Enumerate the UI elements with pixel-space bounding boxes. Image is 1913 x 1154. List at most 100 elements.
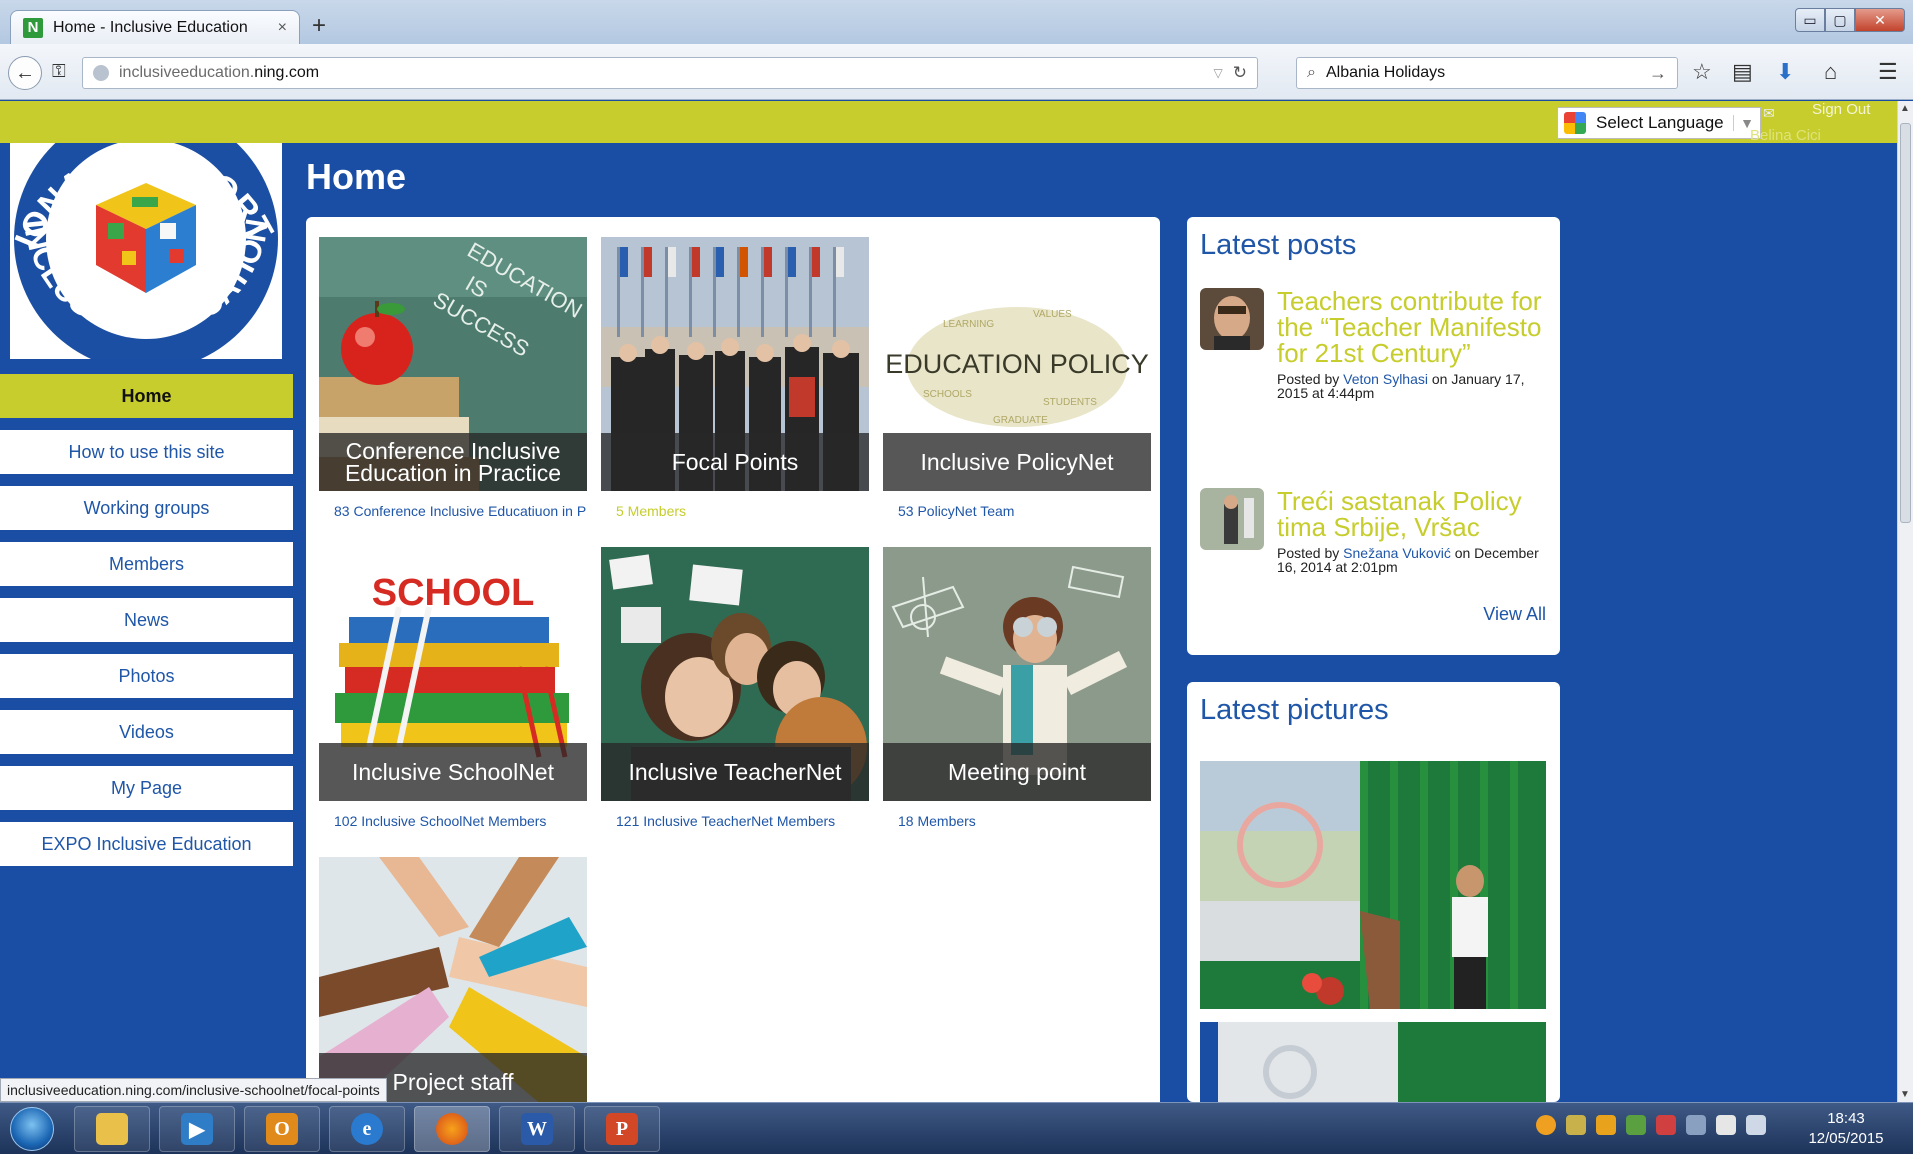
- taskbar-outlook[interactable]: O: [244, 1106, 320, 1152]
- firefox-icon: [436, 1113, 468, 1145]
- nav-item-home[interactable]: Home: [0, 374, 293, 418]
- reload-icon[interactable]: ↻: [1233, 63, 1247, 83]
- group-member-count[interactable]: 53 PolicyNet Team: [898, 503, 1151, 519]
- close-window-button[interactable]: ✕: [1855, 8, 1905, 32]
- taskbar-word[interactable]: W: [499, 1106, 575, 1152]
- tray-app-icon[interactable]: [1596, 1115, 1616, 1135]
- group-thumbnail[interactable]: Meeting point: [883, 547, 1151, 801]
- group-member-count[interactable]: 102 Inclusive SchoolNet Members: [334, 813, 587, 829]
- tray-plus-icon[interactable]: [1626, 1115, 1646, 1135]
- system-tray: [1536, 1115, 1766, 1135]
- group-card[interactable]: Inclusive TeacherNet 121 Inclusive Teach…: [601, 547, 869, 829]
- group-card[interactable]: Focal Points 5 Members: [601, 237, 869, 519]
- taskbar-explorer[interactable]: [74, 1106, 150, 1152]
- taskbar-clock[interactable]: 18:43 12/05/2015: [1796, 1109, 1896, 1149]
- search-input[interactable]: Albania Holidays: [1326, 64, 1649, 82]
- browser-status-bar: inclusiveeducation.ning.com/inclusive-sc…: [0, 1078, 387, 1102]
- search-icon: ⌕: [1307, 64, 1316, 81]
- mail-icon[interactable]: ✉: [1763, 105, 1775, 122]
- page-scrollbar[interactable]: ▲ ▼: [1897, 101, 1913, 1102]
- sign-out-link[interactable]: Sign Out: [1812, 101, 1870, 118]
- tray-network-icon[interactable]: [1566, 1115, 1586, 1135]
- latest-posts-panel: Latest posts Teachers contribute for the…: [1187, 217, 1560, 655]
- tray-speaker-icon[interactable]: [1656, 1115, 1676, 1135]
- search-go-icon[interactable]: →: [1649, 63, 1667, 84]
- tray-flag-icon[interactable]: [1716, 1115, 1736, 1135]
- post-title-link[interactable]: Treći sastanak Policy tima Srbije, Vršac: [1277, 488, 1547, 540]
- nav-item-videos[interactable]: Videos: [0, 710, 293, 754]
- menu-icon[interactable]: ☰: [1878, 59, 1898, 85]
- new-tab-button[interactable]: +: [312, 14, 326, 38]
- maximize-button[interactable]: ▢: [1825, 8, 1855, 32]
- group-member-count[interactable]: 18 Members: [898, 813, 1151, 829]
- home-icon[interactable]: ⌂: [1824, 59, 1837, 85]
- group-thumbnail[interactable]: Inclusive TeacherNet: [601, 547, 869, 801]
- group-thumbnail[interactable]: Project staff: [319, 857, 587, 1111]
- group-thumbnail[interactable]: LEARNING VALUES SCHOOLS STUDENTS GRADUATE …: [883, 237, 1151, 491]
- group-thumbnail[interactable]: SCHOOL Inclusive SchoolNet: [319, 547, 587, 801]
- internet-explorer-icon: e: [351, 1113, 383, 1145]
- nav-item-working-groups[interactable]: Working groups: [0, 486, 293, 530]
- picture-thumbnail[interactable]: [1200, 761, 1546, 1009]
- tab-close-icon[interactable]: ×: [278, 19, 287, 37]
- window-controls: ▭ ▢ ✕: [1795, 8, 1905, 32]
- bookmarks-list-icon[interactable]: ▤: [1732, 59, 1753, 85]
- taskbar-media[interactable]: ▶: [159, 1106, 235, 1152]
- group-thumbnail[interactable]: Focal Points: [601, 237, 869, 491]
- nav-item-photos[interactable]: Photos: [0, 654, 293, 698]
- nav-item-how-to-use[interactable]: How to use this site: [0, 430, 293, 474]
- folder-icon: [96, 1113, 128, 1145]
- back-button[interactable]: ←: [8, 56, 42, 90]
- url-bar[interactable]: inclusiveeducation.ning.com ▽ ↻: [82, 57, 1258, 89]
- group-member-count[interactable]: 83 Conference Inclusive Educatiuon in Pr…: [334, 503, 587, 519]
- language-select[interactable]: Select Language ▼: [1557, 107, 1761, 139]
- group-member-count[interactable]: 121 Inclusive TeacherNet Members: [616, 813, 869, 829]
- clock-time: 18:43: [1827, 1110, 1865, 1127]
- post-title-link[interactable]: Teachers contribute for the “Teacher Man…: [1277, 288, 1547, 366]
- group-thumbnail[interactable]: EDUCATION IS SUCCESS Conference Inclusiv…: [319, 237, 587, 491]
- group-card[interactable]: Project staff: [319, 857, 587, 1111]
- group-name[interactable]: Inclusive TeacherNet: [601, 743, 869, 801]
- scroll-down-icon[interactable]: ▼: [1900, 1089, 1910, 1100]
- nav-item-news[interactable]: News: [0, 598, 293, 642]
- nav-item-members[interactable]: Members: [0, 542, 293, 586]
- avatar[interactable]: [1200, 288, 1264, 350]
- avatar[interactable]: [1200, 488, 1264, 550]
- view-all-link[interactable]: View All: [1483, 604, 1546, 625]
- tray-monitor-icon[interactable]: [1686, 1115, 1706, 1135]
- url-text[interactable]: inclusiveeducation.ning.com: [119, 64, 1214, 82]
- group-name[interactable]: Inclusive PolicyNet: [883, 433, 1151, 491]
- scroll-up-icon[interactable]: ▲: [1900, 103, 1910, 114]
- group-name[interactable]: Conference Inclusive Education in Practic…: [319, 433, 587, 491]
- browser-titlebar: N Home - Inclusive Education × + ▭ ▢ ✕: [0, 0, 1913, 44]
- group-card[interactable]: SCHOOL Inclusive SchoolNet 102 Inclusive…: [319, 547, 587, 829]
- group-name[interactable]: Inclusive SchoolNet: [319, 743, 587, 801]
- taskbar-ie[interactable]: e: [329, 1106, 405, 1152]
- nav-item-expo[interactable]: EXPO Inclusive Education: [0, 822, 293, 866]
- search-bar[interactable]: ⌕ Albania Holidays →: [1296, 57, 1678, 89]
- tray-volume-icon[interactable]: [1746, 1115, 1766, 1135]
- group-card[interactable]: Meeting point 18 Members: [883, 547, 1151, 829]
- group-name[interactable]: Focal Points: [601, 433, 869, 491]
- group-name[interactable]: Meeting point: [883, 743, 1151, 801]
- taskbar-firefox[interactable]: [414, 1106, 490, 1152]
- key-icon[interactable]: ⚿: [52, 61, 66, 82]
- picture-thumbnail[interactable]: [1200, 1022, 1546, 1112]
- user-name-link[interactable]: Belina Cici: [1750, 127, 1821, 144]
- group-card[interactable]: EDUCATION IS SUCCESS Conference Inclusiv…: [319, 237, 587, 519]
- bookmark-star-icon[interactable]: ☆: [1692, 59, 1712, 85]
- scrollbar-thumb[interactable]: [1900, 123, 1911, 523]
- post-meta: Posted by Veton Sylhasi on January 17, 2…: [1277, 371, 1525, 401]
- minimize-button[interactable]: ▭: [1795, 8, 1825, 32]
- groups-panel: EDUCATION IS SUCCESS Conference Inclusiv…: [306, 217, 1160, 1117]
- start-button[interactable]: [10, 1107, 54, 1151]
- site-logo[interactable]: REGIONAL SUPPORT FOR INCLUSIVE EDUCATION: [10, 143, 282, 359]
- group-member-count[interactable]: 5 Members: [616, 503, 869, 519]
- download-icon[interactable]: ⬇: [1776, 59, 1794, 85]
- nav-item-my-page[interactable]: My Page: [0, 766, 293, 810]
- taskbar-powerpoint[interactable]: P: [584, 1106, 660, 1152]
- tray-update-icon[interactable]: [1536, 1115, 1556, 1135]
- group-card[interactable]: LEARNING VALUES SCHOOLS STUDENTS GRADUATE …: [883, 237, 1151, 519]
- browser-tab[interactable]: N Home - Inclusive Education ×: [10, 10, 300, 44]
- url-dropdown-icon[interactable]: ▽: [1214, 66, 1223, 80]
